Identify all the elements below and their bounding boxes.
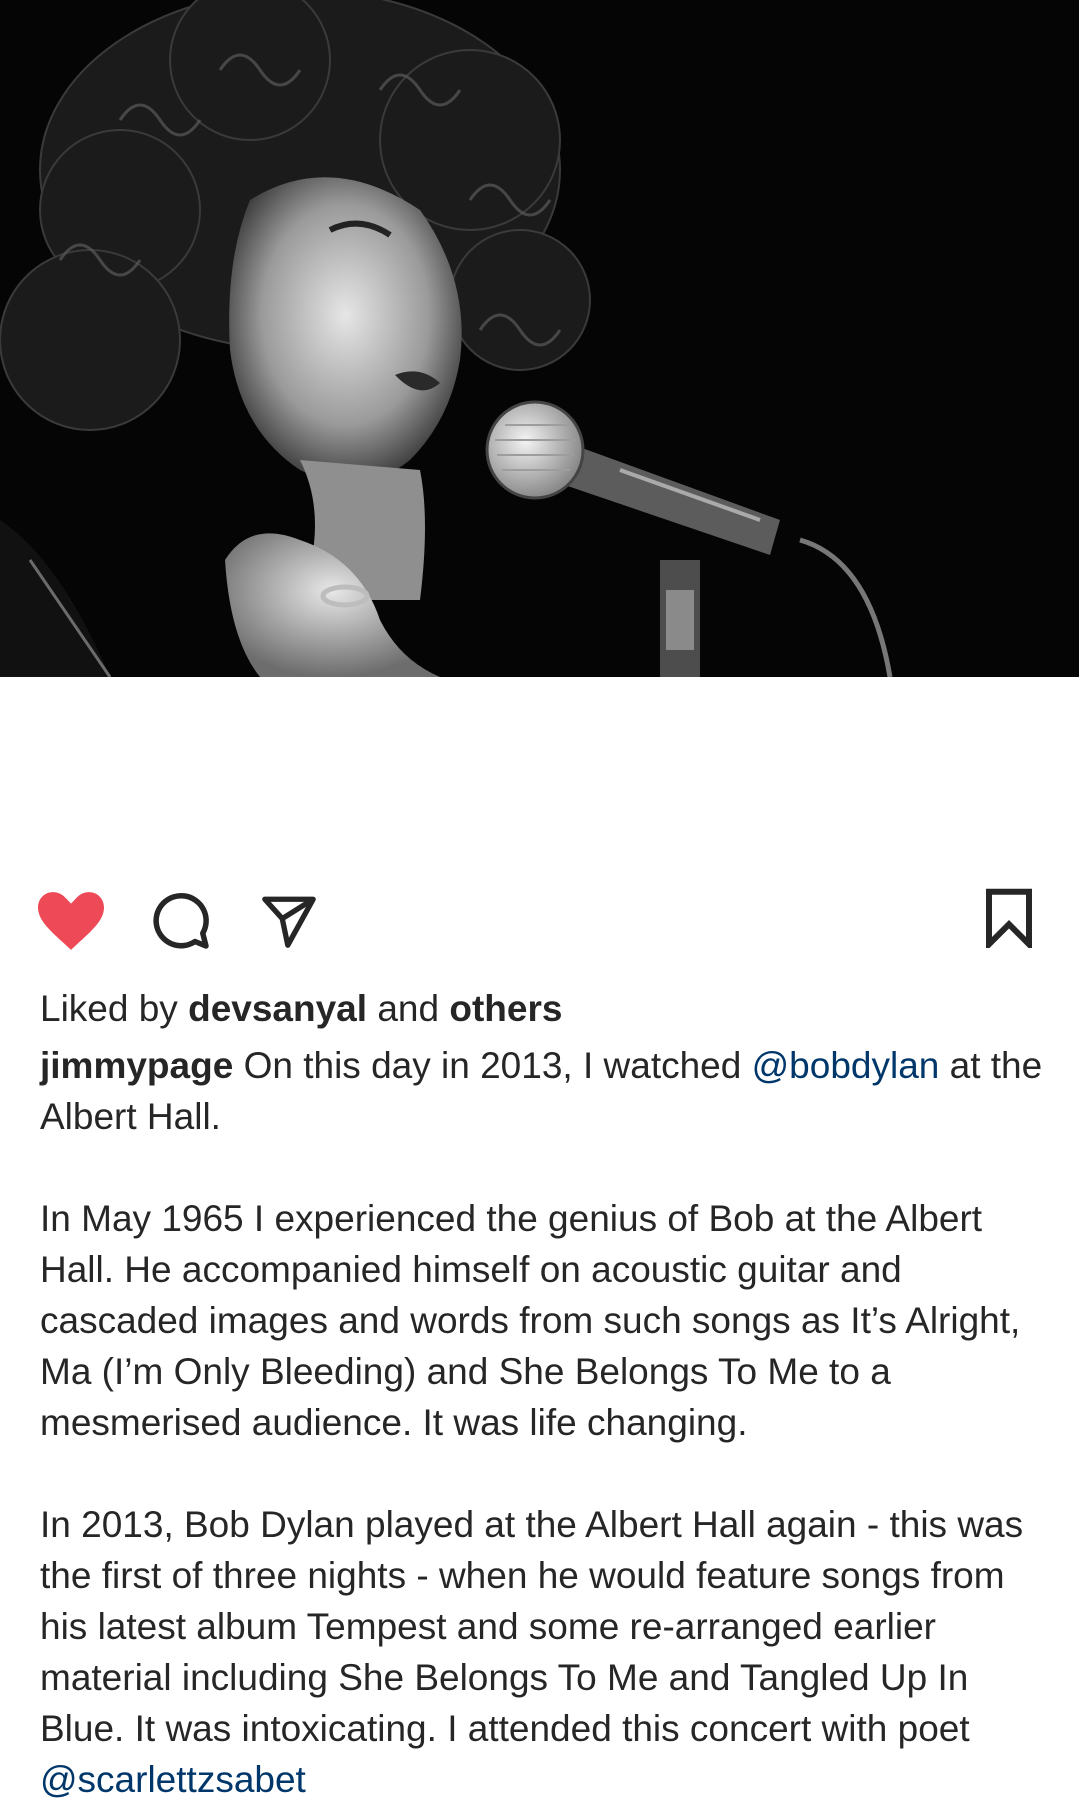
share-button[interactable] [258,890,320,952]
liked-by-user[interactable]: devsanyal [188,988,367,1029]
save-button[interactable] [980,884,1038,952]
send-icon [262,896,316,948]
caption-text-1a: On this day in 2013, I watched [243,1045,742,1086]
bookmark-icon [986,888,1032,948]
comment-button[interactable] [150,890,212,952]
image-padding [0,677,1079,854]
likes-prefix: Liked by [40,988,178,1029]
post-caption: jimmypage On this day in 2013, I watched… [40,1040,1050,1805]
caption-paragraph-3: In 2013, Bob Dylan played at the Albert … [40,1499,1050,1805]
likes-others[interactable]: others [449,988,562,1029]
caption-username[interactable]: jimmypage [40,1045,233,1086]
mention-bobdylan[interactable]: @bobdylan [752,1045,940,1086]
post-photo[interactable] [0,0,1079,677]
mention-scarlettzsabet[interactable]: @scarlettzsabet [40,1759,306,1800]
likes-summary[interactable]: Liked by devsanyal and others [40,985,562,1033]
caption-paragraph-2: In May 1965 I experienced the genius of … [40,1198,1021,1443]
like-button[interactable] [36,890,106,952]
heart-filled-icon [38,892,104,950]
caption-intro: jimmypage On this day in 2013, I watched… [40,1040,1050,1142]
likes-joiner: and [377,988,440,1029]
post-action-bar [0,872,1079,962]
singer-photo-illustration [0,0,1079,677]
comment-icon [153,893,209,949]
caption-text-3: In 2013, Bob Dylan played at the Albert … [40,1504,1024,1749]
